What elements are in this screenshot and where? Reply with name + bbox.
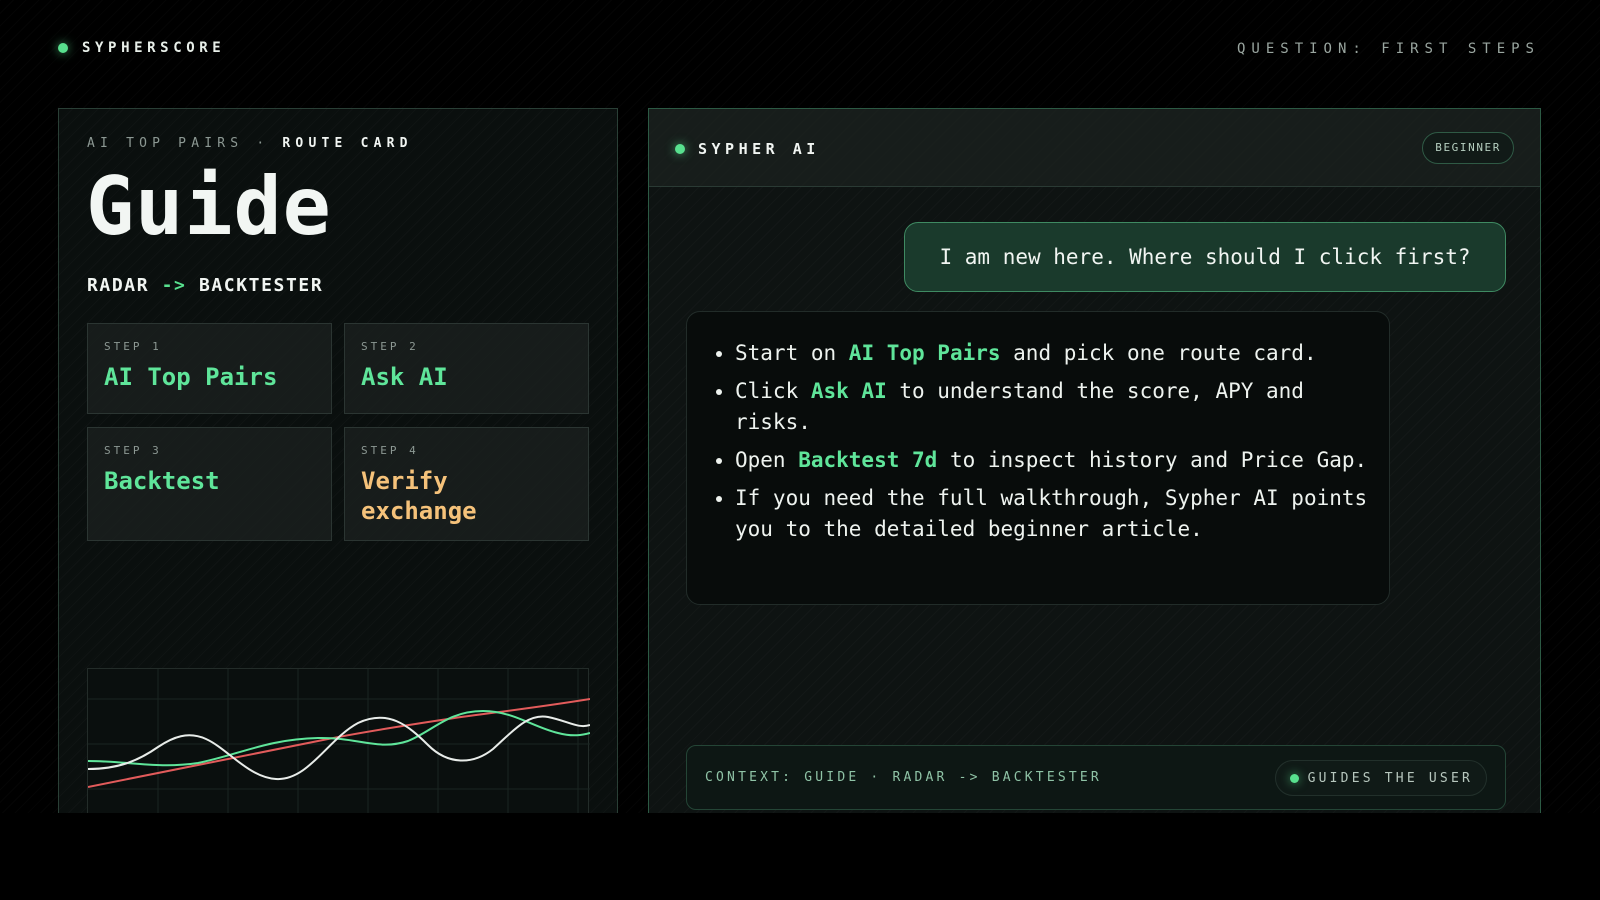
user-message: I am new here. Where should I click firs…: [904, 222, 1506, 292]
answer-item: Click Ask AI to understand the score, AP…: [735, 376, 1369, 438]
step-label: STEP 1: [104, 340, 162, 353]
context-bar: CONTEXT: GUIDE · RADAR -> BACKTESTER GUI…: [686, 745, 1506, 810]
guide-status-text: GUIDES THE USER: [1307, 770, 1473, 786]
step-name: Backtest: [104, 467, 220, 495]
step-card-1[interactable]: STEP 1 AI Top Pairs: [87, 323, 332, 414]
guide-status-pill: GUIDES THE USER: [1274, 760, 1487, 796]
answer-highlight-link[interactable]: Backtest 7d: [798, 448, 937, 472]
context-text: CONTEXT: GUIDE · RADAR -> BACKTESTER: [705, 770, 1102, 785]
answer-highlight-link[interactable]: AI Top Pairs: [849, 341, 1001, 365]
sparkline-svg: [87, 669, 591, 813]
app-canvas: SYPHERSCORE QUESTION: FIRST STEPS AI TOP…: [0, 0, 1600, 813]
step-card-4[interactable]: STEP 4 Verify exchange: [344, 427, 589, 541]
answer-item: Start on AI Top Pairs and pick one route…: [735, 338, 1369, 369]
assistant-message: Start on AI Top Pairs and pick one route…: [686, 311, 1390, 605]
answer-text: Open: [735, 448, 799, 472]
answer-text: to inspect history and Price Gap.: [937, 448, 1368, 472]
step-name: Ask AI: [361, 363, 448, 391]
answer-highlight-link[interactable]: Ask AI: [811, 379, 887, 403]
status-dot-icon: [1289, 773, 1299, 783]
brand[interactable]: SYPHERSCORE: [58, 40, 225, 56]
sparkline-white: [87, 715, 591, 781]
ai-chat-panel: SYPHER AI BEGINNER I am new here. Where …: [648, 108, 1541, 813]
route-line: RADAR -> BACKTESTER: [87, 275, 323, 296]
step-name: AI Top Pairs: [104, 363, 278, 391]
question-label: QUESTION: FIRST STEPS: [1236, 41, 1540, 57]
route-card-panel: AI TOP PAIRS · ROUTE CARD Guide RADAR ->…: [58, 108, 618, 813]
answer-item: Open Backtest 7d to inspect history and …: [735, 445, 1369, 476]
route-from: RADAR: [87, 275, 150, 296]
brand-name: SYPHERSCORE: [82, 40, 226, 56]
sparkline-chart: [87, 668, 591, 813]
step-name: Verify exchange: [361, 467, 477, 525]
panel-kicker: AI TOP PAIRS · ROUTE CARD: [87, 136, 413, 151]
assistant-name: SYPHER AI: [698, 140, 820, 158]
brand-dot-icon: [58, 43, 68, 53]
status-dot-icon: [675, 144, 685, 154]
page-title: Guide: [86, 160, 332, 253]
answer-text: Click: [735, 379, 811, 403]
chat-header: SYPHER AI BEGINNER: [649, 109, 1540, 187]
answer-text: If you need the full walkthrough, Sypher…: [735, 486, 1368, 541]
route-arrow: ->: [161, 275, 187, 296]
step-label: STEP 2: [361, 340, 419, 353]
route-to: BACKTESTER: [198, 275, 324, 296]
step-card-3[interactable]: STEP 3 Backtest: [87, 427, 332, 541]
answer-item: If you need the full walkthrough, Sypher…: [735, 483, 1369, 545]
answer-text: Start on: [735, 341, 849, 365]
assistant-identity: SYPHER AI: [675, 140, 820, 158]
step-label: STEP 3: [104, 444, 162, 457]
answer-list: Start on AI Top Pairs and pick one route…: [735, 338, 1369, 545]
level-badge: BEGINNER: [1422, 132, 1514, 164]
kicker-strong: ROUTE CARD: [282, 136, 413, 151]
kicker-prefix: AI TOP PAIRS ·: [87, 136, 283, 151]
answer-text: and pick one route card.: [1000, 341, 1317, 365]
step-label: STEP 4: [361, 444, 419, 457]
step-card-2[interactable]: STEP 2 Ask AI: [344, 323, 589, 414]
